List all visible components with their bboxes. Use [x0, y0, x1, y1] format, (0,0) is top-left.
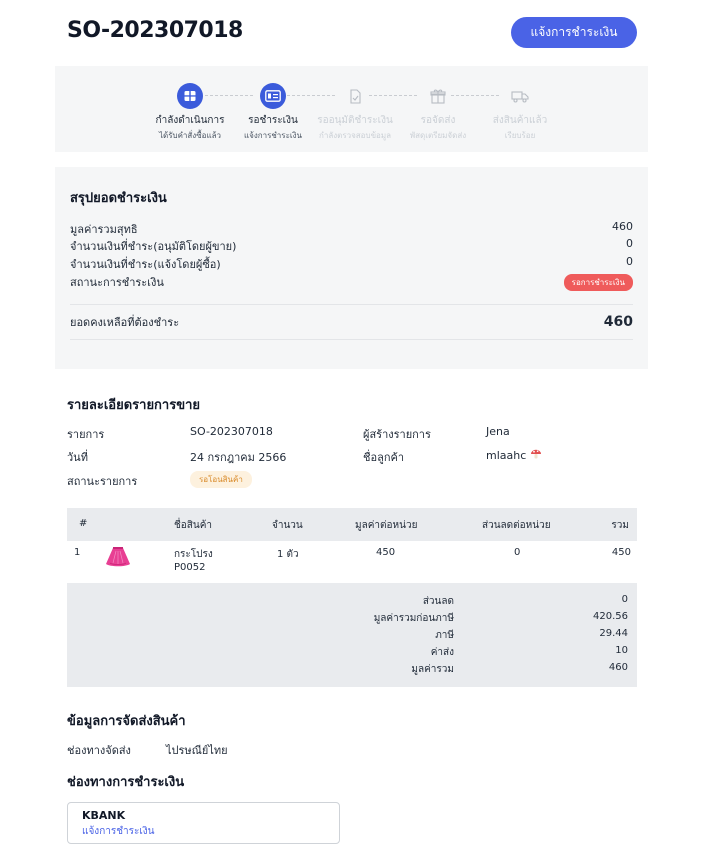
- total-value: 460: [608, 662, 628, 673]
- total-label: มูลค่ารวมก่อนภาษี: [373, 613, 454, 624]
- step-awaiting-approval: รออนุมัติชำระเงิน กำลังตรวจสอบข้อมูล: [310, 83, 400, 142]
- step-subtitle: กำลังตรวจสอบข้อมูล: [318, 131, 392, 140]
- summary-value: 0: [626, 237, 633, 250]
- summary-row: จำนวนเงินที่ชำระ(แจ้งโดยผู้ซื้อ) 0: [70, 255, 633, 273]
- payment-status-row: สถานะการชำระเงิน รอการชำระเงิน: [70, 273, 633, 291]
- customer-info: mlaahc: [486, 448, 542, 463]
- item-value: SO-202307018: [190, 425, 273, 438]
- product-name: กระโปรง: [174, 549, 213, 560]
- payment-status-badge: รอการชำระเงิน: [563, 273, 633, 291]
- row-total: 450: [611, 547, 631, 558]
- shipping-channel-label: ช่องทางจัดส่ง: [67, 744, 131, 757]
- shipping-channel-value: ไปรษณีย์ไทย: [166, 744, 228, 757]
- total-label: ค่าส่ง: [430, 647, 454, 658]
- step-subtitle: พัสดุเตรียมจัดส่ง: [409, 131, 467, 140]
- total-row-grand: มูลค่ารวม 460: [67, 662, 637, 679]
- payment-card-icon: [260, 83, 286, 109]
- items-table-totals: ส่วนลด 0 มูลค่ารวมก่อนภาษี 420.56 ภาษี 2…: [67, 583, 637, 687]
- row-index: 1: [74, 547, 81, 558]
- step-title: รอจัดส่ง: [420, 115, 456, 126]
- step-subtitle: แจ้งการชำระเงิน: [243, 131, 302, 140]
- step-processing: กำลังดำเนินการ ได้รับคำสั่งซื้อแล้ว: [145, 83, 235, 142]
- row-unit-price: 450: [376, 547, 396, 558]
- summary-row: มูลค่ารวมสุทธิ 460: [70, 220, 633, 238]
- table-row: 1 กระโปรง P0052 1 ตัว 450 0 450: [67, 541, 637, 583]
- box-icon: [177, 83, 203, 109]
- customer-value: mlaahc: [486, 449, 527, 462]
- divider: [70, 304, 633, 305]
- step-title: รอชำระเงิน: [248, 115, 298, 126]
- product-thumbnail: [103, 545, 133, 572]
- step-awaiting-payment: รอชำระเงิน แจ้งการชำระเงิน: [228, 83, 318, 142]
- total-label: มูลค่ารวม: [411, 664, 454, 675]
- notify-payment-link[interactable]: แจ้งการชำระเงิน: [82, 824, 155, 839]
- order-status-label: สถานะรายการ: [67, 475, 138, 488]
- col-unit-discount: ส่วนลดต่อหน่วย: [482, 520, 551, 531]
- col-quantity: จำนวน: [272, 520, 303, 531]
- truck-icon: [507, 83, 533, 109]
- balance-row: ยอดคงเหลือที่ต้องชำระ 460: [70, 313, 633, 331]
- balance-value: 460: [603, 314, 633, 330]
- step-title: ส่งสินค้าแล้ว: [492, 115, 548, 126]
- payment-summary-panel: สรุปยอดชำระเงิน มูลค่ารวมสุทธิ 460 จำนวน…: [55, 167, 648, 369]
- total-value: 10: [615, 645, 628, 656]
- summary-value: 460: [612, 220, 633, 233]
- summary-label: จำนวนเงินที่ชำระ(แจ้งโดยผู้ซื้อ): [70, 258, 221, 271]
- divider: [70, 339, 633, 340]
- creator-label: ผู้สร้างรายการ: [363, 428, 431, 441]
- summary-title: สรุปยอดชำระเงิน: [70, 191, 167, 206]
- row-quantity: 1 ตัว: [277, 549, 299, 560]
- total-value: 29.44: [599, 628, 628, 639]
- summary-row: จำนวนเงินที่ชำระ(อนุมัติโดยผู้ขาย) 0: [70, 237, 633, 255]
- step-title: กำลังดำเนินการ: [155, 115, 225, 126]
- step-subtitle: เรียบร้อย: [504, 131, 536, 140]
- details-title: รายละเอียดรายการขาย: [67, 398, 201, 413]
- payment-status-label: สถานะการชำระเงิน: [70, 276, 164, 289]
- step-delivered: ส่งสินค้าแล้ว เรียบร้อย: [475, 83, 565, 142]
- order-number: SO-202307018: [67, 18, 243, 43]
- document-check-icon: [342, 83, 368, 109]
- order-progress-stepper: กำลังดำเนินการ ได้รับคำสั่งซื้อแล้ว รอชำ…: [55, 66, 648, 152]
- summary-label: มูลค่ารวมสุทธิ: [70, 223, 138, 236]
- total-row-shipping: ค่าส่ง 10: [67, 645, 637, 662]
- date-label: วันที่: [67, 451, 88, 464]
- total-value: 0: [621, 594, 628, 605]
- total-value: 420.56: [593, 611, 628, 622]
- creator-value: Jena: [486, 425, 510, 438]
- total-row-subtotal: มูลค่ารวมก่อนภาษี 420.56: [67, 611, 637, 628]
- summary-value: 0: [626, 255, 633, 268]
- summary-label: จำนวนเงินที่ชำระ(อนุมัติโดยผู้ขาย): [70, 240, 237, 253]
- bank-name: KBANK: [82, 809, 126, 822]
- col-unit-price: มูลค่าต่อหน่วย: [355, 520, 418, 531]
- payment-channel-card[interactable]: KBANK แจ้งการชำระเงิน: [67, 802, 340, 844]
- col-product-name: ชื่อสินค้า: [174, 520, 213, 531]
- step-awaiting-shipment: รอจัดส่ง พัสดุเตรียมจัดส่ง: [393, 83, 483, 142]
- shipping-title: ข้อมูลการจัดส่งสินค้า: [67, 714, 186, 729]
- mushroom-icon: [530, 448, 542, 463]
- order-status-wrapper: รอโอนสินค้า: [190, 471, 252, 488]
- payment-channel-title: ช่องทางการชำระเงิน: [67, 775, 185, 790]
- step-subtitle: ได้รับคำสั่งซื้อแล้ว: [158, 131, 221, 140]
- total-row-discount: ส่วนลด 0: [67, 594, 637, 611]
- row-unit-discount: 0: [514, 547, 521, 558]
- total-label: ภาษี: [435, 630, 454, 641]
- package-icon: [425, 83, 451, 109]
- order-status-badge: รอโอนสินค้า: [190, 471, 252, 488]
- step-title: รออนุมัติชำระเงิน: [317, 115, 393, 126]
- col-total: รวม: [611, 520, 629, 531]
- customer-label: ชื่อลูกค้า: [363, 451, 405, 464]
- product-code: P0052: [174, 562, 206, 573]
- balance-label: ยอดคงเหลือที่ต้องชำระ: [70, 316, 180, 329]
- date-value: 24 กรกฎาคม 2566: [190, 451, 287, 464]
- items-table-header: # ชื่อสินค้า จำนวน มูลค่าต่อหน่วย ส่วนลด…: [67, 508, 637, 541]
- col-index: #: [79, 518, 88, 529]
- total-label: ส่วนลด: [422, 596, 454, 607]
- item-label: รายการ: [67, 428, 105, 441]
- notify-payment-button[interactable]: แจ้งการชำระเงิน: [511, 17, 637, 48]
- total-row-tax: ภาษี 29.44: [67, 628, 637, 645]
